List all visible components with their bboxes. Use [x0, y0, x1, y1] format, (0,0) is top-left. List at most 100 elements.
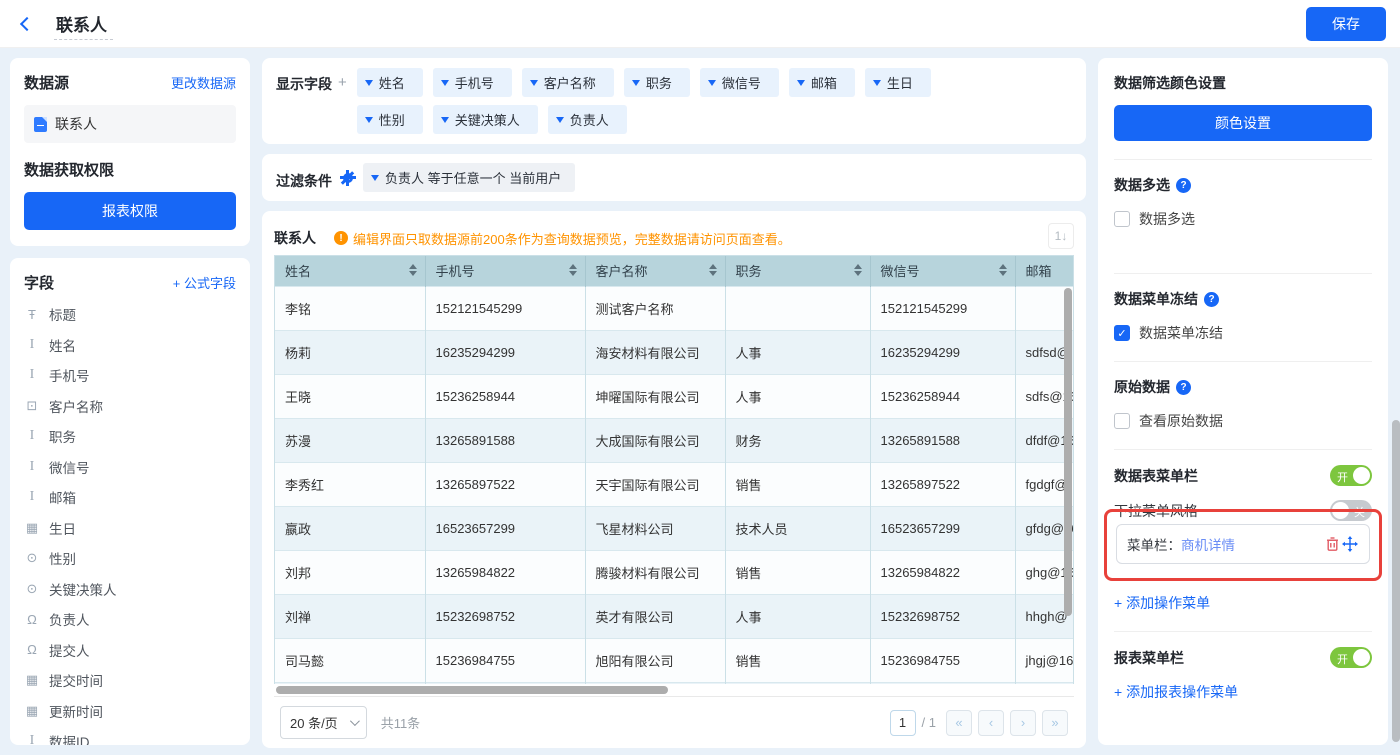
report-menu-toggle[interactable]: 开	[1330, 647, 1372, 668]
data-table: 姓名手机号客户名称职务微信号邮箱 李铭152121545299测试客户名称152…	[275, 256, 1074, 684]
text-icon: I	[24, 733, 40, 745]
table-cell: 13265897522	[870, 462, 1015, 506]
page-number-input[interactable]: 1	[890, 710, 916, 736]
menu-freeze-checkbox[interactable]: ✓	[1114, 325, 1130, 341]
menu-bar-item-label: 菜单栏：	[1127, 534, 1181, 554]
field-item[interactable]: I手机号	[24, 360, 236, 391]
field-item[interactable]: I姓名	[24, 330, 236, 361]
table-cell: 13265891588	[425, 418, 585, 462]
field-item[interactable]: ⊙性别	[24, 543, 236, 574]
report-permission-button[interactable]: 报表权限	[24, 192, 236, 230]
field-item[interactable]: Ω提交人	[24, 635, 236, 666]
page-size-select[interactable]: 20 条/页	[280, 706, 367, 739]
move-icon[interactable]	[1341, 536, 1359, 552]
field-item[interactable]: I 数据ID	[24, 726, 236, 745]
table-cell: 13265891588	[870, 418, 1015, 462]
chevron-down-icon	[371, 175, 379, 181]
column-header[interactable]: 手机号	[425, 256, 585, 286]
table-menu-section: 数据表菜单栏 开 下拉菜单风格 关 菜单栏： 商机	[1114, 450, 1372, 632]
help-icon[interactable]: ?	[1176, 380, 1191, 395]
field-item[interactable]: ▦更新时间	[24, 696, 236, 727]
display-field-chip[interactable]: 负责人	[548, 105, 627, 134]
color-settings-section: 数据筛选颜色设置 颜色设置	[1114, 58, 1372, 160]
display-field-chip[interactable]: 邮箱	[789, 68, 855, 97]
datasource-item[interactable]: 联系人	[24, 105, 236, 143]
field-item[interactable]: ▦生日	[24, 513, 236, 544]
text-icon: I	[24, 428, 40, 444]
add-report-action-menu-link[interactable]: + 添加报表操作菜单	[1114, 682, 1238, 702]
page-scrollbar[interactable]	[1392, 420, 1400, 742]
display-field-chip[interactable]: 性别	[357, 105, 423, 134]
field-item[interactable]: I微信号	[24, 452, 236, 483]
prev-page-button[interactable]: ‹	[978, 710, 1004, 736]
add-action-menu-link[interactable]: + 添加操作菜单	[1114, 593, 1210, 613]
sort-order-button[interactable]: 1↓	[1048, 223, 1074, 249]
raw-data-checkbox[interactable]	[1114, 413, 1130, 429]
filter-condition-chip[interactable]: 负责人 等于任意一个 当前用户	[363, 163, 575, 192]
next-page-button[interactable]: ›	[1010, 710, 1036, 736]
table-horizontal-scrollbar[interactable]	[276, 686, 668, 694]
menu-freeze-checkbox-row[interactable]: ✓ 数据菜单冻结	[1114, 323, 1372, 343]
table-row: 嬴政16523657299飞星材料公司技术人员16523657299gfdg@1…	[275, 506, 1074, 550]
field-item[interactable]: Ω负责人	[24, 604, 236, 635]
raw-data-checkbox-row[interactable]: 查看原始数据	[1114, 411, 1372, 431]
column-header[interactable]: 职务	[725, 256, 870, 286]
multi-select-checkbox[interactable]	[1114, 211, 1130, 227]
chevron-down-icon	[365, 80, 373, 86]
formula-field-link[interactable]: + 公式字段	[173, 273, 236, 292]
first-page-button[interactable]: «	[946, 710, 972, 736]
display-field-chip[interactable]: 职务	[624, 68, 690, 97]
table-menu-toggle[interactable]: 开	[1330, 465, 1372, 486]
display-field-chip[interactable]: 姓名	[357, 68, 423, 97]
display-field-chips: 姓名手机号客户名称职务 微信号 邮箱生日性别关键决策人负责人	[357, 68, 931, 134]
back-button[interactable]	[14, 11, 40, 37]
column-header[interactable]: 客户名称	[585, 256, 725, 286]
field-item[interactable]: ⊙关键决策人	[24, 574, 236, 605]
field-item-label: 客户名称	[49, 396, 103, 416]
column-header[interactable]: 姓名	[275, 256, 425, 286]
change-datasource-link[interactable]: 更改数据源	[171, 73, 236, 92]
table-row: 李秀红13265897522天宇国际有限公司销售13265897522fgdgf…	[275, 462, 1074, 506]
help-icon[interactable]: ?	[1176, 178, 1191, 193]
page-title[interactable]: 联系人	[54, 14, 113, 40]
display-field-chip[interactable]: 手机号	[433, 68, 512, 97]
table-cell: 16235294299	[870, 330, 1015, 374]
multi-select-checkbox-row[interactable]: 数据多选	[1114, 209, 1372, 229]
column-header-label: 邮箱	[1026, 264, 1052, 279]
filter-card: 过滤条件 负责人 等于任意一个 当前用户	[262, 154, 1086, 201]
chip-label: 微信号	[722, 73, 761, 92]
table-row: 刘邦13265984822腾骏材料有限公司销售13265984822ghg@16	[275, 550, 1074, 594]
field-item[interactable]: ⊡客户名称	[24, 391, 236, 422]
right-column: 数据筛选颜色设置 颜色设置 数据多选 ? 数据多选 数据菜单冻结 ?	[1098, 58, 1388, 745]
last-page-button[interactable]: »	[1042, 710, 1068, 736]
menu-bar-item-value[interactable]: 商机详情	[1181, 534, 1235, 554]
chevron-down-icon	[530, 80, 538, 86]
add-display-field-button[interactable]: +	[332, 68, 347, 91]
table-vertical-scrollbar[interactable]	[1064, 288, 1072, 616]
table-cell: 海安材料有限公司	[585, 330, 725, 374]
display-field-chip[interactable]: 客户名称	[522, 68, 614, 97]
field-item-label: 更新时间	[49, 701, 103, 721]
color-settings-button[interactable]: 颜色设置	[1114, 105, 1372, 141]
display-field-chip[interactable]: 生日	[865, 68, 931, 97]
field-item[interactable]: I邮箱	[24, 482, 236, 513]
field-item[interactable]: Ŧ标题	[24, 299, 236, 330]
field-item[interactable]: I职务	[24, 421, 236, 452]
field-item[interactable]: ▦提交时间	[24, 665, 236, 696]
person-icon: Ω	[24, 642, 40, 657]
trash-icon[interactable]	[1323, 536, 1341, 552]
menu-bar-item[interactable]: 菜单栏： 商机详情	[1116, 524, 1370, 564]
gear-icon[interactable]	[340, 170, 355, 185]
field-item-label: 微信号	[49, 457, 90, 477]
display-field-chip[interactable]: 微信号	[700, 68, 779, 97]
save-button[interactable]: 保存	[1306, 7, 1386, 41]
raw-data-section: 原始数据 ? 查看原始数据	[1114, 362, 1372, 450]
column-header[interactable]: 微信号	[870, 256, 1015, 286]
field-item-label: 数据ID	[49, 731, 90, 745]
column-header[interactable]: 邮箱	[1015, 256, 1074, 286]
table-cell: 坤曜国际有限公司	[585, 374, 725, 418]
permission-title: 数据获取权限	[24, 159, 236, 180]
display-field-chip[interactable]: 关键决策人	[433, 105, 538, 134]
table-cell: 腾骏材料有限公司	[585, 550, 725, 594]
help-icon[interactable]: ?	[1204, 292, 1219, 307]
